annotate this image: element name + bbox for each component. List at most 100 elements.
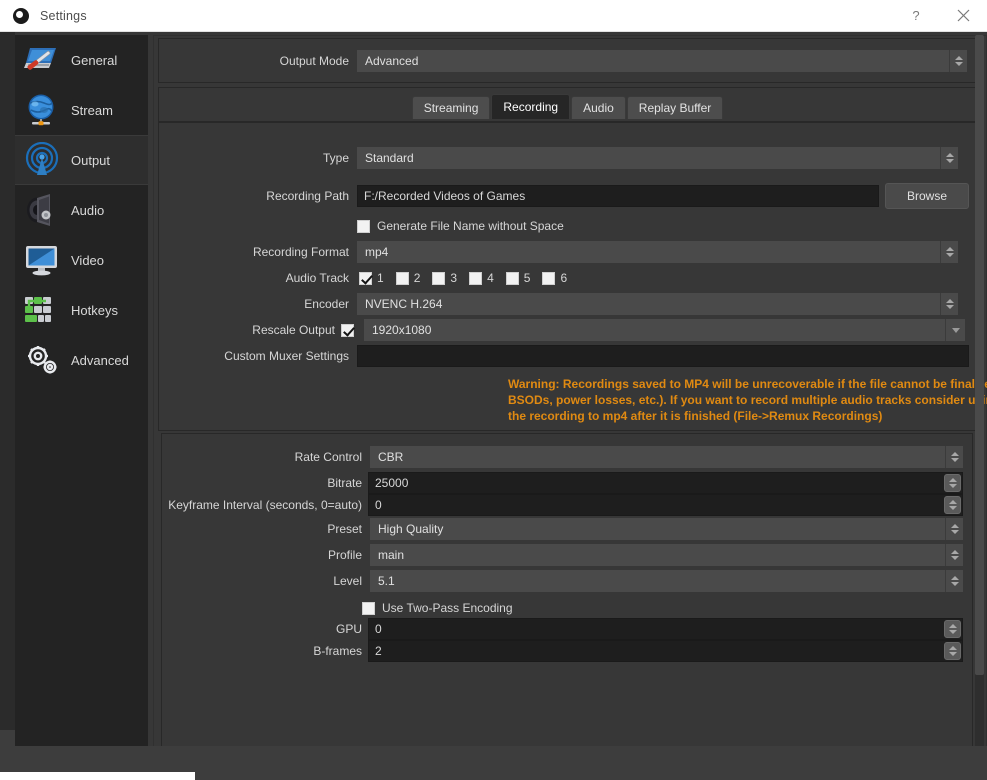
audio-track-1-checkbox[interactable] — [359, 272, 372, 285]
recording-path-label: Recording Path — [159, 189, 349, 203]
two-pass-label: Use Two-Pass Encoding — [382, 601, 513, 615]
preset-value: High Quality — [378, 522, 443, 536]
keyframe-interval-row: Keyframe Interval (seconds, 0=auto) 0 — [162, 494, 972, 516]
sidebar-item-output[interactable]: Output — [15, 135, 148, 185]
settings-content: Output Mode Advanced Streaming Recording… — [153, 35, 987, 770]
audio-track-2: 2 — [396, 271, 421, 285]
encoder-combo[interactable]: NVENC H.264 — [357, 293, 958, 315]
audio-track-6-label: 6 — [560, 271, 567, 285]
title-bar: Settings ? — [0, 0, 987, 32]
audio-track-4-checkbox[interactable] — [469, 272, 482, 285]
recording-type-label: Type — [159, 151, 349, 165]
audio-track-1-label: 1 — [377, 271, 384, 285]
content-scrollbar[interactable] — [975, 35, 984, 758]
sidebar-item-stream[interactable]: Stream — [15, 85, 148, 135]
audio-track-6: 6 — [542, 271, 567, 285]
two-pass-checkbox[interactable] — [362, 602, 375, 615]
audio-track-3: 3 — [432, 271, 457, 285]
output-tabs-panel: Streaming Recording Audio Replay Buffer — [158, 87, 976, 122]
scrollbar-thumb[interactable] — [975, 35, 984, 675]
profile-value: main — [378, 548, 404, 562]
recording-type-combo[interactable]: Standard — [357, 147, 958, 169]
spinner-icon[interactable] — [940, 293, 958, 315]
audio-track-2-checkbox[interactable] — [396, 272, 409, 285]
level-combo[interactable]: 5.1 — [370, 570, 963, 592]
generate-no-space-label: Generate File Name without Space — [377, 219, 564, 233]
recording-format-value: mp4 — [365, 245, 388, 259]
profile-combo[interactable]: main — [370, 544, 963, 566]
window-title: Settings — [40, 9, 87, 23]
spinner-icon[interactable] — [944, 620, 961, 638]
bframes-input[interactable]: 2 — [368, 640, 963, 662]
custom-muxer-input[interactable] — [357, 345, 969, 367]
encoder-label: Encoder — [159, 297, 349, 311]
sidebar-item-label: Video — [71, 253, 104, 268]
mp4-warning-text: Warning: Recordings saved to MP4 will be… — [508, 376, 987, 424]
close-button[interactable] — [939, 0, 987, 32]
sidebar-item-label: Output — [71, 153, 110, 168]
rescale-output-value: 1920x1080 — [372, 323, 431, 337]
recording-path-input[interactable]: F:/Recorded Videos of Games — [357, 185, 879, 207]
tab-replay-buffer[interactable]: Replay Buffer — [627, 96, 724, 119]
gpu-row: GPU 0 — [162, 618, 972, 640]
spinner-icon[interactable] — [945, 570, 963, 592]
generate-no-space-checkbox[interactable] — [357, 220, 370, 233]
help-button[interactable]: ? — [893, 0, 939, 32]
level-label: Level — [162, 574, 362, 588]
advanced-icon — [23, 341, 61, 379]
output-mode-combo[interactable]: Advanced — [357, 50, 967, 72]
recording-path-row: Recording Path F:/Recorded Videos of Gam… — [159, 183, 975, 209]
sidebar-item-hotkeys[interactable]: Hotkeys — [15, 285, 148, 335]
sidebar-item-advanced[interactable]: Advanced — [15, 335, 148, 385]
sidebar-item-label: Audio — [71, 203, 104, 218]
desktop-strip — [0, 772, 195, 780]
tab-audio[interactable]: Audio — [571, 96, 626, 119]
level-value: 5.1 — [378, 574, 395, 588]
spinner-icon[interactable] — [945, 544, 963, 566]
audio-track-5-checkbox[interactable] — [506, 272, 519, 285]
sidebar-item-video[interactable]: Video — [15, 235, 148, 285]
encoder-row: Encoder NVENC H.264 — [159, 293, 975, 315]
output-mode-row: Output Mode Advanced — [159, 50, 975, 72]
video-icon — [23, 241, 61, 279]
spinner-icon[interactable] — [949, 50, 967, 72]
bitrate-input[interactable]: 25000 — [368, 472, 963, 494]
spinner-icon[interactable] — [940, 241, 958, 263]
general-icon — [23, 41, 61, 79]
spinner-icon[interactable] — [944, 496, 961, 514]
stream-icon — [23, 91, 61, 129]
audio-track-4: 4 — [469, 271, 494, 285]
sidebar-item-audio[interactable]: Audio — [15, 185, 148, 235]
tab-streaming[interactable]: Streaming — [412, 96, 491, 119]
audio-track-5-label: 5 — [524, 271, 531, 285]
encoder-settings-panel: Rate Control CBR Bitrate 25000 Keyframe … — [161, 433, 973, 755]
gpu-input[interactable]: 0 — [368, 618, 963, 640]
audio-track-5: 5 — [506, 271, 531, 285]
sidebar-item-label: Advanced — [71, 353, 129, 368]
spinner-icon[interactable] — [944, 642, 961, 660]
spinner-icon[interactable] — [940, 147, 958, 169]
audio-icon — [23, 191, 61, 229]
sidebar-item-general[interactable]: General — [15, 35, 148, 85]
rescale-output-label: Rescale Output — [159, 323, 335, 337]
left-strip — [0, 32, 15, 730]
preset-combo[interactable]: High Quality — [370, 518, 963, 540]
custom-muxer-row: Custom Muxer Settings — [159, 345, 975, 367]
keyframe-interval-input[interactable]: 0 — [368, 494, 963, 516]
rate-control-value: CBR — [378, 450, 403, 464]
close-icon — [957, 9, 970, 22]
spinner-icon[interactable] — [944, 474, 961, 492]
spinner-icon[interactable] — [945, 518, 963, 540]
tab-recording[interactable]: Recording — [491, 94, 570, 119]
settings-sidebar: General Stream — [15, 35, 148, 770]
rate-control-combo[interactable]: CBR — [370, 446, 963, 468]
spinner-icon[interactable] — [945, 446, 963, 468]
rescale-output-checkbox[interactable] — [341, 324, 354, 337]
chevron-down-icon[interactable] — [945, 319, 965, 341]
browse-button[interactable]: Browse — [885, 183, 969, 209]
recording-format-combo[interactable]: mp4 — [357, 241, 958, 263]
rescale-output-combo[interactable]: 1920x1080 — [364, 319, 965, 341]
bitrate-row: Bitrate 25000 — [162, 472, 972, 494]
audio-track-3-checkbox[interactable] — [432, 272, 445, 285]
audio-track-6-checkbox[interactable] — [542, 272, 555, 285]
